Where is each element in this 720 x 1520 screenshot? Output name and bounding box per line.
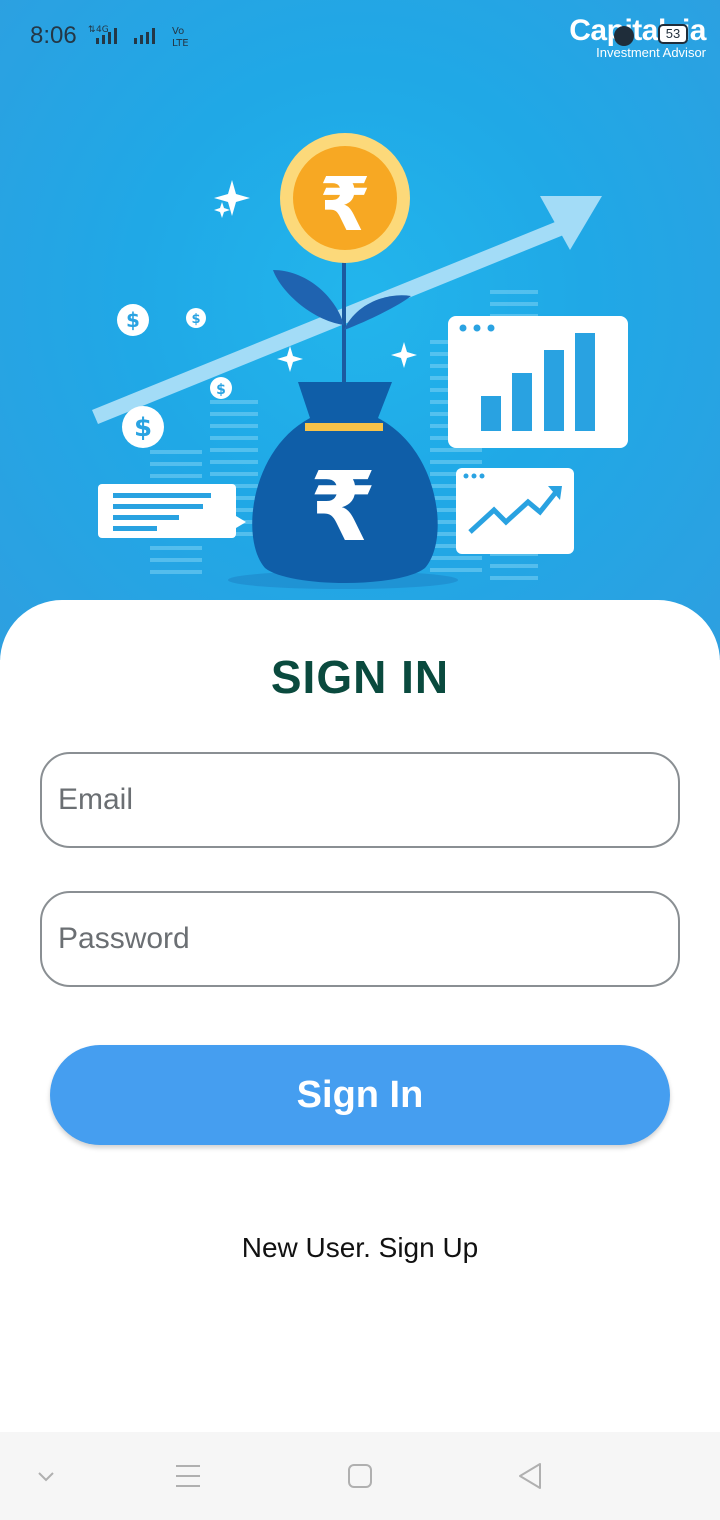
network-label: 4G (96, 25, 109, 35)
rupee-coin-icon: ₹ (280, 133, 410, 263)
line-chart-icon (456, 468, 574, 554)
chevron-down-icon[interactable] (26, 1456, 66, 1496)
signin-card (0, 600, 720, 1432)
email-input[interactable] (42, 754, 678, 846)
password-field[interactable] (40, 891, 680, 987)
svg-text:$: $ (191, 312, 200, 327)
system-nav-bar (0, 1432, 720, 1520)
back-triangle-icon[interactable] (510, 1456, 550, 1496)
password-input[interactable] (42, 893, 678, 985)
email-field[interactable] (40, 752, 680, 848)
signal-icon: ⇅ 4G Vo LTE (88, 25, 189, 49)
alarm-icon (614, 26, 634, 46)
finance-illustration: $ $ $ $ ₹ ₹ (92, 133, 628, 589)
sign-in-button[interactable]: Sign In (50, 1045, 670, 1145)
menu-icon[interactable] (168, 1456, 208, 1496)
svg-text:$: $ (216, 382, 226, 398)
brand-tagline: Investment Advisor (596, 45, 706, 60)
status-bar: 8:06 ⇅ 4G Vo LTE Capitalvia Investment A… (0, 0, 720, 72)
bar-chart-icon (448, 316, 628, 448)
message-card-icon (98, 484, 246, 538)
money-bag-icon: ₹ (228, 382, 458, 589)
svg-text:$: $ (134, 413, 152, 443)
battery-icon: 53 (658, 24, 688, 44)
hero-banner: 8:06 ⇅ 4G Vo LTE Capitalvia Investment A… (0, 0, 720, 660)
svg-text:Vo: Vo (172, 26, 184, 37)
svg-text:₹: ₹ (310, 451, 377, 563)
page-title: SIGN IN (270, 651, 450, 703)
status-time: 8:06 (30, 22, 77, 49)
home-square-icon[interactable] (340, 1456, 380, 1496)
plant-stem (273, 260, 411, 390)
svg-text:⇅: ⇅ (88, 25, 96, 35)
svg-text:LTE: LTE (172, 38, 189, 49)
sign-up-link[interactable]: New User. Sign Up (0, 1232, 720, 1264)
svg-text:₹: ₹ (319, 162, 371, 248)
svg-text:$: $ (126, 308, 140, 332)
